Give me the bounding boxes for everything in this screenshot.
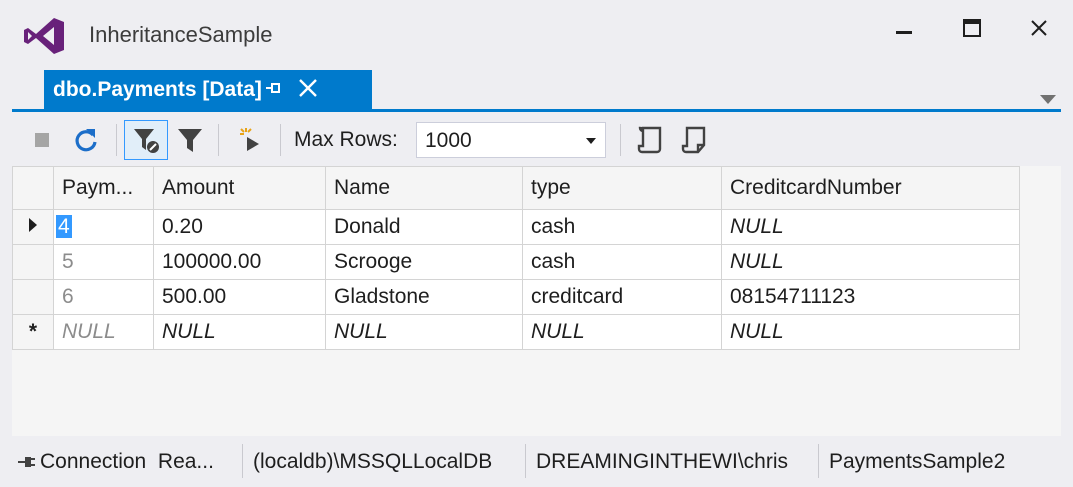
table-row: 5 100000.00 Scrooge cash NULL xyxy=(12,244,1020,280)
cell[interactable]: 100000.00 xyxy=(153,244,326,280)
row-header[interactable] xyxy=(12,244,54,280)
cell[interactable]: 0.20 xyxy=(153,209,326,245)
cell[interactable]: Gladstone xyxy=(325,279,523,315)
current-row-icon xyxy=(29,218,37,232)
minimize-button[interactable] xyxy=(876,8,932,48)
cell[interactable]: cash xyxy=(522,244,722,280)
refresh-button[interactable] xyxy=(68,122,104,158)
table-row: 4 0.20 Donald cash NULL xyxy=(12,209,1020,245)
cell[interactable]: NULL xyxy=(53,314,154,350)
status-bar: Connection Rea... (localdb)\MSSQLLocalDB… xyxy=(0,438,1073,487)
user-name: DREAMINGINTHEWI\chris xyxy=(536,450,788,473)
data-toolbar: Max Rows: 1000 xyxy=(12,114,1061,164)
close-icon[interactable] xyxy=(296,76,320,100)
visual-studio-logo-icon xyxy=(24,18,64,54)
refresh-icon xyxy=(75,129,97,152)
column-header[interactable]: Amount xyxy=(153,166,326,210)
filter-icon xyxy=(178,129,202,152)
chevron-down-icon[interactable] xyxy=(1038,92,1058,106)
row-header[interactable] xyxy=(12,279,54,315)
cell[interactable]: NULL xyxy=(522,314,722,350)
stop-icon xyxy=(35,133,49,147)
cell[interactable]: Scrooge xyxy=(325,244,523,280)
table-row: 6 500.00 Gladstone creditcard 0815471112… xyxy=(12,279,1020,315)
cell[interactable]: 4 xyxy=(53,209,154,245)
cell[interactable]: cash xyxy=(522,209,722,245)
connection-status-text: Connection Rea... xyxy=(40,450,214,473)
tab-label: dbo.Payments [Data] xyxy=(53,78,262,101)
filter-button[interactable] xyxy=(172,122,208,158)
cell[interactable]: Donald xyxy=(325,209,523,245)
maximize-button[interactable] xyxy=(944,8,1000,48)
title-bar: InheritanceSample xyxy=(0,0,1073,68)
server-name: (localdb)\MSSQLLocalDB xyxy=(253,450,493,473)
cell[interactable]: creditcard xyxy=(522,279,722,315)
max-rows-value: 1000 xyxy=(425,129,472,152)
max-rows-label: Max Rows: xyxy=(294,128,398,151)
add-row-icon xyxy=(240,128,259,151)
script-to-file-button[interactable] xyxy=(676,122,712,158)
results-grid: Paym... Amount Name type CreditcardNumbe… xyxy=(12,166,1061,436)
max-rows-select[interactable]: 1000 xyxy=(416,122,606,158)
tab-underline xyxy=(12,109,1061,112)
minimize-icon xyxy=(896,31,912,34)
cell[interactable]: NULL xyxy=(325,314,523,350)
column-header[interactable]: CreditcardNumber xyxy=(721,166,1020,210)
script-button[interactable] xyxy=(632,122,668,158)
cell[interactable]: NULL xyxy=(721,209,1020,245)
tab-payments-data[interactable]: dbo.Payments [Data] xyxy=(44,70,372,110)
grid-corner xyxy=(12,166,54,210)
cell[interactable]: 08154711123 xyxy=(721,279,1020,315)
chevron-down-icon xyxy=(586,138,596,144)
cell[interactable]: 5 xyxy=(53,244,154,280)
add-row-button[interactable] xyxy=(232,122,268,158)
maximize-icon xyxy=(963,19,981,37)
cell[interactable]: NULL xyxy=(721,314,1020,350)
close-window-button[interactable] xyxy=(1011,8,1067,48)
new-row-marker[interactable]: * xyxy=(12,314,54,350)
row-header[interactable] xyxy=(12,209,54,245)
new-row: * NULL NULL NULL NULL NULL xyxy=(12,314,1020,350)
selected-cell-value: 4 xyxy=(56,215,72,238)
filter-clear-icon xyxy=(134,129,159,153)
script-icon xyxy=(637,126,662,154)
column-header[interactable]: type xyxy=(522,166,722,210)
column-header[interactable]: Paym... xyxy=(53,166,154,210)
header-row: Paym... Amount Name type CreditcardNumbe… xyxy=(12,166,1020,210)
data-table: Paym... Amount Name type CreditcardNumbe… xyxy=(12,166,1020,350)
column-header[interactable]: Name xyxy=(325,166,523,210)
cell[interactable]: NULL xyxy=(153,314,326,350)
document-tab-strip: dbo.Payments [Data] xyxy=(0,68,1073,114)
pin-icon[interactable] xyxy=(263,78,283,98)
close-icon xyxy=(1031,20,1047,36)
stop-button[interactable] xyxy=(24,122,60,158)
window-title: InheritanceSample xyxy=(89,22,273,47)
cell[interactable]: 6 xyxy=(53,279,154,315)
apply-filter-toggle-button[interactable] xyxy=(124,120,168,160)
cell[interactable]: 500.00 xyxy=(153,279,326,315)
plug-icon xyxy=(18,457,35,467)
script-file-icon xyxy=(681,126,706,154)
cell[interactable]: NULL xyxy=(721,244,1020,280)
database-name: PaymentsSample2 xyxy=(829,450,1006,473)
connection-status: Connection Rea... xyxy=(16,446,214,478)
